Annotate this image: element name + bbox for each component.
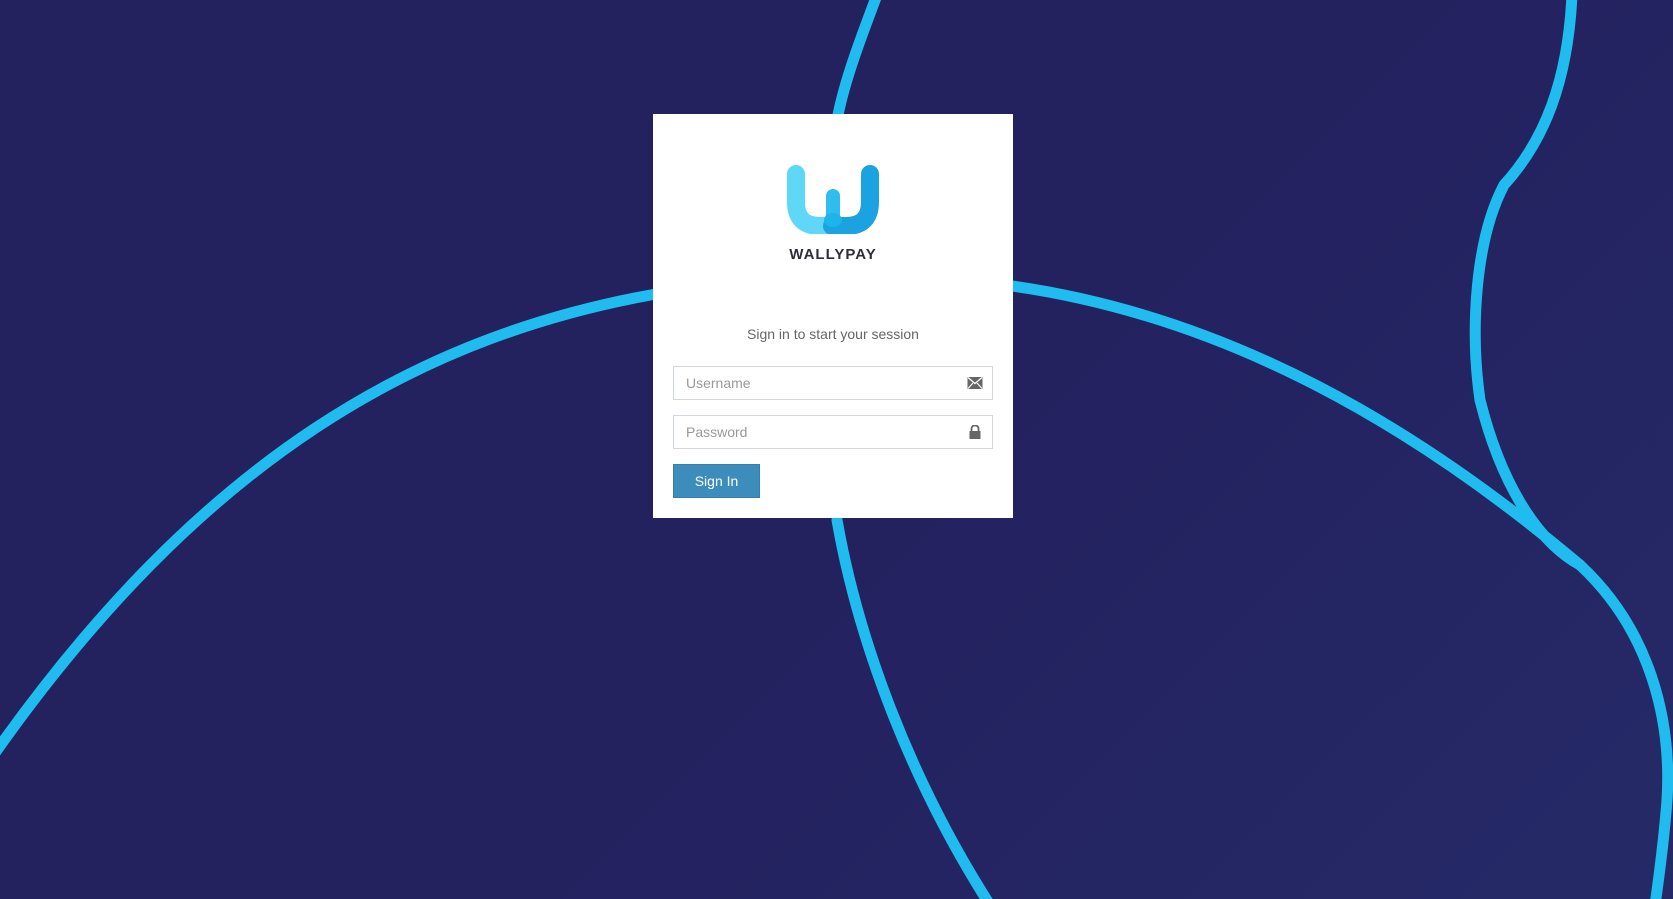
curve-right-arc [999, 279, 1586, 571]
login-message: Sign in to start your session [747, 326, 919, 342]
curve-right-bottom [1574, 559, 1673, 899]
sign-in-button[interactable]: Sign In [673, 464, 760, 498]
username-input[interactable] [674, 367, 964, 399]
curve-center-top [832, 0, 881, 121]
brand-name: WALLYPAY [789, 246, 877, 263]
brand-logo: WALLYPAY [653, 164, 1013, 263]
wallypay-logo-icon [787, 165, 879, 234]
envelope-icon [967, 377, 983, 389]
curve-right-top [1469, 0, 1586, 571]
login-box: WALLYPAY Sign in to start your session S… [653, 114, 1013, 518]
lock-icon [969, 425, 981, 439]
curve-center-bottom [831, 514, 993, 899]
password-input[interactable] [674, 416, 964, 448]
curve-left-arc [0, 284, 686, 756]
username-field[interactable] [673, 366, 993, 400]
password-field[interactable] [673, 415, 993, 449]
